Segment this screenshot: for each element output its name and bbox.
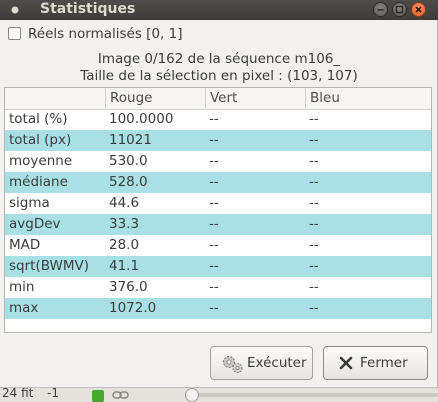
vert-value: -- [209,279,219,295]
stat-label: sigma [9,195,50,211]
normalized-checkbox-label: Réels normalisés [0, 1] [28,26,183,42]
rouge-value: 376.0 [109,279,148,295]
rouge-value: 530.0 [109,153,148,169]
title-bar[interactable]: Statistiques [0,0,438,20]
bleu-value: -- [309,237,319,253]
close-button[interactable]: Fermer [323,346,428,380]
maximize-button[interactable] [392,2,407,17]
vert-value: -- [209,300,219,316]
table-header: Rouge Vert Bleu [5,88,431,110]
table-row[interactable]: max 1072.0 -- -- [5,298,431,319]
table-row[interactable]: sigma 44.6 -- -- [5,193,431,214]
rouge-value: 528.0 [109,174,148,190]
x-icon [339,356,353,370]
table-row[interactable]: total (px) 11021 -- -- [5,130,431,151]
stat-label: sqrt(BWMV) [9,258,89,274]
stat-label: avgDev [9,216,61,232]
zoom-fit-label[interactable]: 24 fit [2,388,33,400]
gears-icon [223,356,243,373]
bleu-value: -- [309,300,319,316]
zoom-slider-handle[interactable] [185,388,199,402]
bleu-value: -- [309,258,319,274]
header-rouge[interactable]: Rouge [105,88,152,108]
close-window-button[interactable] [411,2,426,17]
table-row[interactable]: min 376.0 -- -- [5,277,431,298]
link-icon[interactable] [112,389,130,401]
normalized-checkbox[interactable] [8,27,21,40]
rouge-value: 33.3 [109,216,140,232]
zoom-minus-label[interactable]: -1 [47,388,59,400]
header-vert[interactable]: Vert [205,88,237,108]
vert-value: -- [209,258,219,274]
vert-value: -- [209,174,219,190]
main-window-statusbar: 24 fit -1 [0,387,438,402]
maximize-icon [395,5,404,14]
rouge-value: 11021 [109,132,152,148]
bleu-value: -- [309,132,319,148]
stat-label: MAD [9,237,41,253]
green-check-icon[interactable] [92,390,104,402]
bleu-value: -- [309,279,319,295]
stat-label: moyenne [9,153,73,169]
execute-button-label: Exécuter [247,355,307,371]
rouge-value: 28.0 [109,237,140,253]
minimize-icon [377,9,384,11]
vert-value: -- [209,111,219,127]
execute-button[interactable]: Exécuter [210,346,313,380]
image-info-text: Image 0/162 de la séquence m106_ [97,51,341,67]
zoom-slider[interactable] [190,393,438,397]
stat-label: médiane [9,174,68,190]
vert-value: -- [209,237,219,253]
bleu-value: -- [309,174,319,190]
table-row[interactable]: total (%) 100.0000 -- -- [5,109,431,130]
selection-size-text: Taille de la sélection en pixel : (103, … [80,68,358,84]
bleu-value: -- [309,153,319,169]
statistics-window: Statistiques Réels normalisés [0, 1] Ima… [0,0,438,387]
rouge-value: 100.0000 [109,111,174,127]
bleu-value: -- [309,195,319,211]
table-row[interactable]: avgDev 33.3 -- -- [5,214,431,235]
table-row[interactable]: sqrt(BWMV) 41.1 -- -- [5,256,431,277]
bleu-value: -- [309,111,319,127]
vert-value: -- [209,195,219,211]
table-row[interactable]: MAD 28.0 -- -- [5,235,431,256]
stat-label: total (%) [9,111,68,127]
stat-label: total (px) [9,132,72,148]
table-row[interactable]: médiane 528.0 -- -- [5,172,431,193]
rouge-value: 1072.0 [109,300,157,316]
rouge-value: 44.6 [109,195,140,211]
close-icon [415,6,422,13]
header-bleu[interactable]: Bleu [305,88,340,108]
stat-label: max [9,300,39,316]
vert-value: -- [209,132,219,148]
bleu-value: -- [309,216,319,232]
rouge-value: 41.1 [109,258,140,274]
app-dot-icon [11,6,19,14]
stat-label: min [9,279,35,295]
vert-value: -- [209,153,219,169]
minimize-button[interactable] [373,2,388,17]
close-button-label: Fermer [360,355,408,371]
statistics-table: Rouge Vert Bleu total (%) 100.0000 -- --… [4,87,432,333]
window-title: Statistiques [40,1,136,17]
table-row[interactable]: moyenne 530.0 -- -- [5,151,431,172]
vert-value: -- [209,216,219,232]
